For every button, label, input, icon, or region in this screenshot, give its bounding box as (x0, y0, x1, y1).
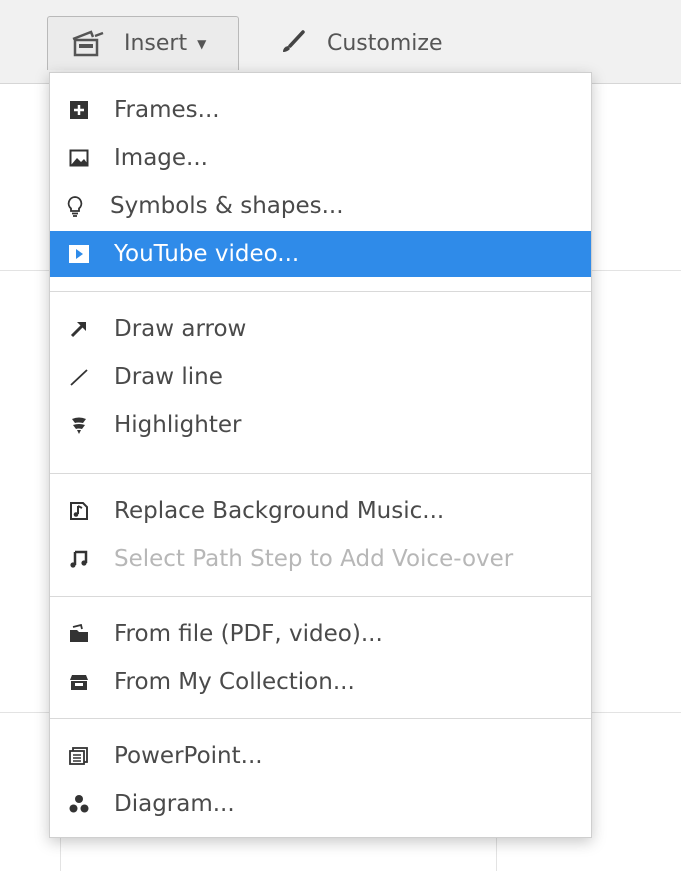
menu-item-powerpoint[interactable]: PowerPoint... (50, 733, 591, 779)
canvas-divider (592, 270, 681, 271)
collection-icon (68, 671, 90, 693)
menu-item-draw-arrow[interactable]: Draw arrow (50, 306, 591, 352)
image-icon (68, 147, 90, 169)
highlighter-icon (68, 414, 90, 436)
insert-label: Insert (124, 31, 188, 56)
diagram-icon (68, 793, 90, 815)
frame-plus-icon (68, 99, 90, 121)
play-icon (68, 243, 90, 265)
music-note-icon (68, 548, 90, 570)
menu-item-highlighter[interactable]: Highlighter (50, 402, 591, 448)
brush-icon (283, 30, 305, 52)
menu-item-frames[interactable]: Frames... (50, 87, 591, 133)
folder-icon (68, 623, 90, 645)
canvas-divider (592, 712, 681, 713)
customize-button[interactable]: Customize (279, 16, 442, 70)
menu-item-label: Select Path Step to Add Voice-over (114, 546, 514, 572)
prezi-editor: Insert ▼ Customize Frames... Image... Sy… (0, 0, 681, 871)
line-icon (68, 366, 90, 388)
customize-label: Customize (327, 30, 443, 56)
menu-item-label: PowerPoint... (114, 743, 263, 769)
menu-item-label: Highlighter (114, 412, 242, 438)
menu-item-label: Image... (114, 145, 208, 171)
menu-item-label: From file (PDF, video)... (114, 621, 383, 647)
menu-item-replace-background-music[interactable]: Replace Background Music... (50, 488, 591, 534)
canvas-divider (0, 270, 49, 271)
menu-item-label: YouTube video... (114, 241, 300, 267)
insert-button[interactable]: Insert ▼ (47, 16, 239, 70)
menu-item-from-file[interactable]: From file (PDF, video)... (50, 611, 591, 657)
menu-item-draw-line[interactable]: Draw line (50, 354, 591, 400)
menu-item-from-my-collection[interactable]: From My Collection... (50, 659, 591, 705)
canvas-divider (496, 838, 497, 871)
menu-item-label: Replace Background Music... (114, 498, 445, 524)
powerpoint-icon (68, 745, 90, 767)
menu-item-add-voice-over: Select Path Step to Add Voice-over (50, 536, 591, 582)
lightbulb-icon (64, 195, 86, 217)
insert-menu: Frames... Image... Symbols & shapes... Y… (49, 72, 592, 838)
arrow-icon (68, 318, 90, 340)
menu-item-image[interactable]: Image... (50, 135, 591, 181)
menu-separator (50, 596, 591, 597)
chevron-down-icon: ▼ (197, 36, 207, 51)
insert-icon (72, 29, 104, 56)
menu-item-diagram[interactable]: Diagram... (50, 781, 591, 827)
menu-separator (50, 718, 591, 719)
menu-item-label: Frames... (114, 97, 220, 123)
menu-item-label: Draw arrow (114, 316, 247, 342)
menu-separator (50, 291, 591, 292)
menu-item-youtube-video[interactable]: YouTube video... (50, 231, 591, 277)
menu-item-label: From My Collection... (114, 669, 355, 695)
menu-item-label: Draw line (114, 364, 223, 390)
menu-item-label: Diagram... (114, 791, 235, 817)
canvas-divider (0, 712, 49, 713)
canvas-divider (60, 838, 61, 871)
menu-separator (50, 473, 591, 474)
menu-item-symbols-shapes[interactable]: Symbols & shapes... (50, 183, 591, 229)
music-file-icon (68, 500, 90, 522)
menu-item-label: Symbols & shapes... (110, 193, 344, 219)
